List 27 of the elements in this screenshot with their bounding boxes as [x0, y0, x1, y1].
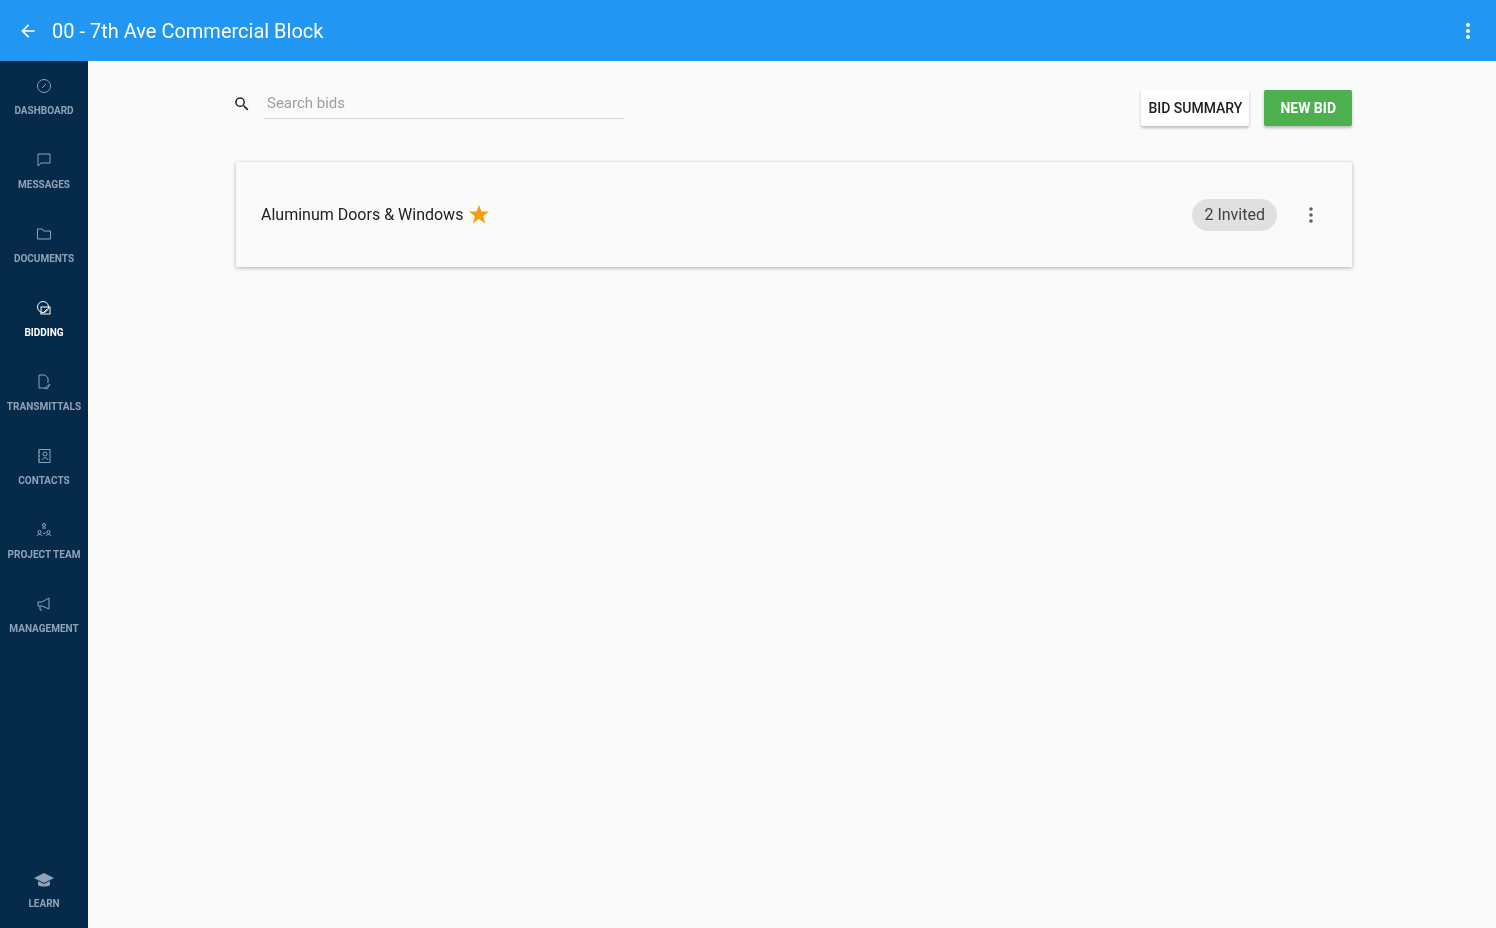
bid-card[interactable]: Aluminum Doors & Windows 2 Invited [236, 162, 1352, 267]
sidebar-item[interactable]: MESSAGES [0, 135, 88, 209]
bid-name: Aluminum Doors & Windows [261, 203, 464, 226]
page-title: 00 - 7th Ave Commercial Block [52, 17, 324, 45]
more-vertical-icon [1309, 206, 1313, 223]
gauge-icon [36, 78, 52, 94]
sidebar-item[interactable]: DASHBOARD [0, 61, 88, 135]
invited-chip: 2 Invited [1192, 198, 1277, 231]
more-vertical-icon [1465, 22, 1471, 39]
people-network-icon [36, 522, 52, 538]
contact-book-icon [36, 448, 52, 464]
star-icon[interactable] [469, 205, 490, 224]
chat-bubble-icon [36, 152, 52, 168]
globe-document-icon [36, 300, 52, 316]
folder-icon [36, 226, 52, 242]
sidebar-item[interactable]: CONTACTS [0, 431, 88, 505]
learn-nav-item[interactable]: LEARN [0, 856, 88, 926]
search-icon [233, 94, 251, 113]
sidebar-item[interactable]: PROJECT TEAM [0, 505, 88, 579]
sidebar-item[interactable]: BIDDING [0, 283, 88, 357]
document-send-icon [36, 374, 52, 390]
sidebar-item[interactable]: DOCUMENTS [0, 209, 88, 283]
search-field[interactable]: Search bids [264, 89, 624, 119]
summary-button[interactable]: BID SUMMARY [1141, 90, 1250, 126]
sidebar-item[interactable]: TRANSMITTALS [0, 357, 88, 431]
sidebar-item[interactable]: MANAGEMENT [0, 579, 88, 653]
megaphone-icon [36, 596, 52, 612]
